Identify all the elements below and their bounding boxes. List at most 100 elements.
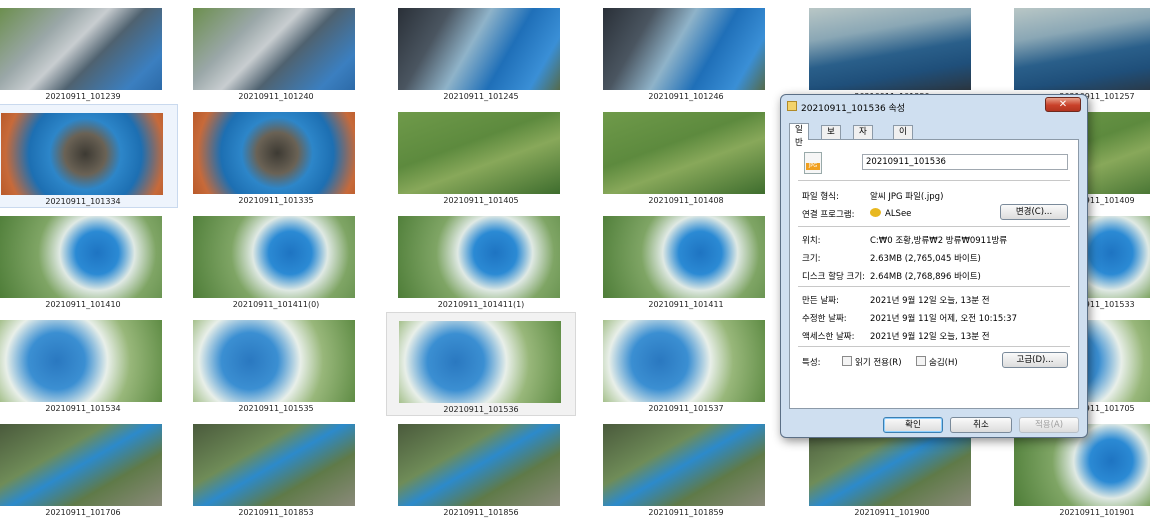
opens-with-app-name: ALSee [885,209,912,219]
dialog-title: 20210911_101536 속성 [801,104,906,114]
thumbnail-image [603,320,765,402]
file-type-value: 알씨 JPG 파일(.jpg) [870,192,944,202]
thumbnail-item[interactable]: 20210911_101411(1) [386,208,576,312]
thumbnail-image [603,8,765,90]
thumbnail-image [193,8,355,90]
thumbnail-image [193,112,355,194]
thumbnail-caption: 20210911_101901 [1059,508,1135,517]
alsee-app-icon [870,208,881,217]
thumbnail-image [0,424,162,506]
checkbox-box [842,356,852,366]
thumbnail-caption: 20210911_101245 [443,92,519,101]
thumbnail-image [603,216,765,298]
thumbnail-item[interactable]: 20210911_101245 [386,0,576,104]
thumbnail-caption: 20210911_101411(1) [437,300,525,309]
thumbnail-image [0,320,162,402]
opens-with-value: ALSee [870,208,911,219]
attributes-label: 특성: [802,358,821,368]
thumbnail-item[interactable]: 20210911_101706 [0,416,178,520]
thumbnail-item[interactable]: 20210911_101856 [386,416,576,520]
thumbnail-caption: 20210911_101240 [238,92,314,101]
thumbnail-item[interactable]: 20210911_101250 [797,0,987,104]
thumbnail-item[interactable]: 20210911_101859 [591,416,781,520]
separator [798,286,1070,287]
thumbnail-image [398,8,560,90]
thumbnail-image [193,320,355,402]
advanced-button[interactable]: 고급(D)... [1002,352,1068,368]
readonly-checkbox[interactable]: 읽기 전용(R) [842,356,902,368]
thumbnail-image [0,216,162,298]
thumbnail-item[interactable]: 20210911_101536 [386,312,576,416]
thumbnail-item[interactable]: 20210911_101411(0) [181,208,371,312]
thumbnail-image [603,424,765,506]
tab-details[interactable]: 자세히 [853,125,873,163]
thumbnail-item[interactable]: 20210911_101246 [591,0,781,104]
thumbnail-image [399,321,561,403]
thumbnail-caption: 20210911_101411 [648,300,724,309]
dialog-titlebar[interactable]: 20210911_101536 속성 ✕ [781,95,1087,117]
thumbnail-item[interactable]: 20210911_101535 [181,312,371,416]
opens-with-label: 연결 프로그램: [802,210,855,220]
tab-previous-versions[interactable]: 이전 버전 [893,125,913,176]
checkbox-box [916,356,926,366]
thumbnail-caption: 20210911_101853 [238,508,314,517]
separator [798,180,1070,181]
separator [798,346,1070,347]
modified-label: 수정한 날짜: [802,314,847,324]
tab-general[interactable]: 일반 [789,123,809,148]
thumbnail-caption: 20210911_101335 [238,196,314,205]
hidden-checkbox[interactable]: 숨김(H) [916,356,958,368]
accessed-label: 액세스한 날짜: [802,332,855,342]
thumbnail-item[interactable]: 20210911_101334 [0,104,178,208]
jpg-file-icon: JPG [804,152,822,174]
thumbnail-caption: 20210911_101334 [45,197,121,206]
readonly-label: 읽기 전용(R) [855,358,902,368]
thumbnail-item[interactable]: 20210911_101257 [1002,0,1150,104]
thumbnail-image [398,216,560,298]
thumbnail-caption: 20210911_101859 [648,508,724,517]
thumbnail-caption: 20210911_101246 [648,92,724,101]
thumbnail-caption: 20210911_101405 [443,196,519,205]
thumbnail-item[interactable]: 20210911_101537 [591,312,781,416]
size-on-disk-value: 2.64MB (2,768,896 바이트) [870,272,981,282]
tab-security[interactable]: 보안 [821,125,841,150]
thumbnail-caption: 20210911_101537 [648,404,724,413]
thumbnail-image [1014,8,1150,90]
thumbnail-item[interactable]: 20210911_101240 [181,0,371,104]
created-value: 2021년 9월 12일 오늘, 13분 전 [870,296,990,306]
thumbnail-item[interactable]: 20210911_101239 [0,0,178,104]
accessed-value: 2021년 9월 12일 오늘, 13분 전 [870,332,990,342]
thumbnail-caption: 20210911_101706 [45,508,121,517]
file-type-label: 파일 형식: [802,192,839,202]
ok-button[interactable]: 확인 [883,417,943,433]
thumbnail-item[interactable]: 20210911_101408 [591,104,781,208]
location-label: 위치: [802,236,821,246]
change-button[interactable]: 변경(C)... [1000,204,1068,220]
thumbnail-image [603,112,765,194]
apply-button[interactable]: 적용(A) [1019,417,1079,433]
thumbnail-caption: 20210911_101900 [854,508,930,517]
jpg-badge: JPG [806,163,820,170]
created-label: 만든 날짜: [802,296,839,306]
thumbnail-image [809,8,971,90]
properties-dialog: 20210911_101536 속성 ✕ 일반 보안 자세히 이전 버전 JPG… [780,94,1088,438]
thumbnail-item[interactable]: 20210911_101853 [181,416,371,520]
location-value: C:₩0 조황,방류₩2 방류₩0911방류 [870,236,1008,246]
thumbnail-item[interactable]: 20210911_101335 [181,104,371,208]
thumbnail-caption: 20210911_101411(0) [232,300,320,309]
thumbnail-caption: 20210911_101535 [238,404,314,413]
thumbnail-image [1,113,163,195]
thumbnail-image [398,112,560,194]
thumbnail-caption: 20210911_101410 [45,300,121,309]
thumbnail-image [398,424,560,506]
thumbnail-item[interactable]: 20210911_101405 [386,104,576,208]
modified-value: 2021년 9월 11일 어제, 오전 10:15:37 [870,314,1017,324]
file-name-field[interactable]: 20210911_101536 [862,154,1068,170]
thumbnail-caption: 20210911_101856 [443,508,519,517]
file-properties-icon [787,101,797,111]
thumbnail-item[interactable]: 20210911_101411 [591,208,781,312]
thumbnail-item[interactable]: 20210911_101534 [0,312,178,416]
close-button[interactable]: ✕ [1045,97,1081,112]
cancel-button[interactable]: 취소 [950,417,1012,433]
thumbnail-item[interactable]: 20210911_101410 [0,208,178,312]
